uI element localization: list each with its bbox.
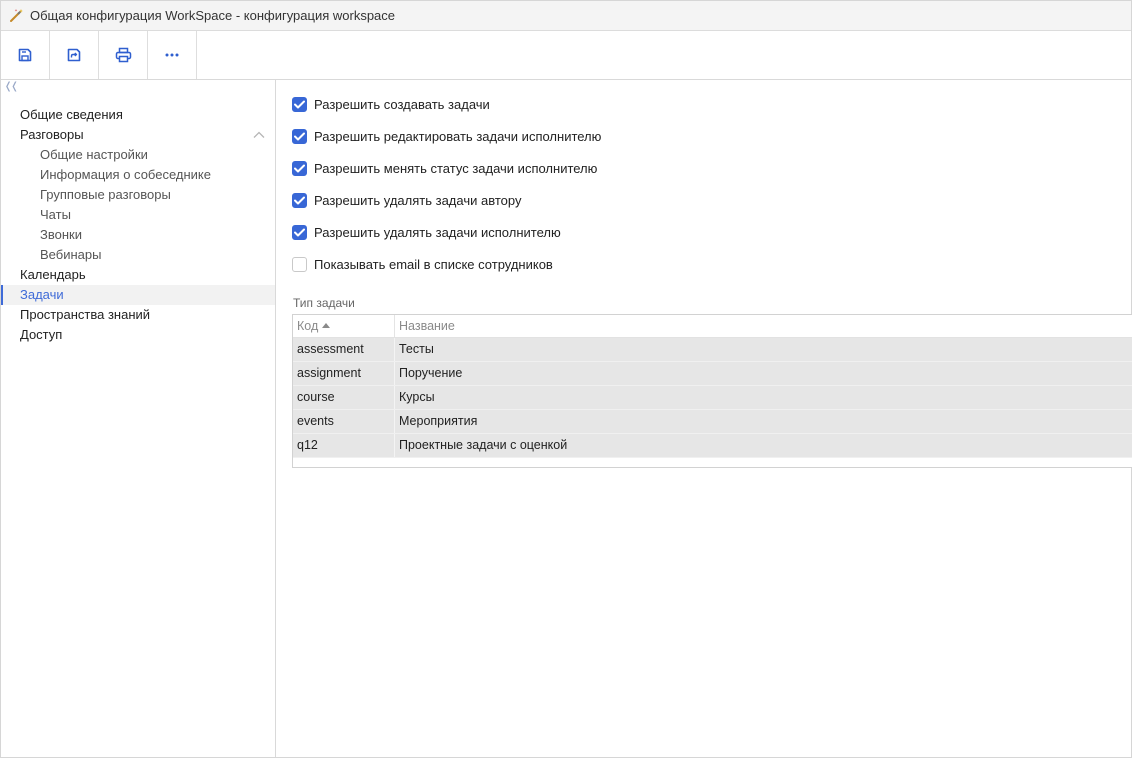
checkbox-label: Разрешить удалять задачи автору: [314, 192, 522, 208]
cell-name: Тесты: [399, 342, 434, 356]
checkbox-checked-icon[interactable]: [292, 224, 307, 240]
sidebar-item-label: Доступ: [20, 327, 63, 342]
checkbox-label: Разрешить менять статус задачи исполните…: [314, 160, 598, 176]
print-icon: [115, 47, 132, 63]
toolbar: [1, 31, 1131, 80]
checkbox-label: Разрешить удалять задачи исполнителю: [314, 224, 561, 240]
task-type-label: Тип задачи: [293, 296, 355, 310]
double-chevron-left-icon[interactable]: ❬❬: [4, 82, 19, 92]
sidebar-item-interlocutor-info[interactable]: Информация о собеседнике: [1, 165, 275, 185]
print-button[interactable]: [99, 31, 148, 79]
table-header: Код Название: [293, 315, 1132, 338]
sidebar-item-label: Чаты: [40, 207, 71, 222]
allow-delete-tasks-assignee-checkbox[interactable]: Разрешить удалять задачи исполнителю: [292, 223, 561, 241]
cell-code: assessment: [293, 338, 395, 361]
more-button[interactable]: [148, 31, 197, 79]
sidebar-item-webinars[interactable]: Вебинары: [1, 245, 275, 265]
table-row[interactable]: course Курсы: [293, 386, 1132, 410]
chevron-up-icon[interactable]: [253, 125, 265, 145]
allow-create-tasks-checkbox[interactable]: Разрешить создавать задачи: [292, 95, 490, 113]
config-window: Общая конфигурация WorkSpace - конфигура…: [0, 0, 1132, 758]
sidebar-item-group-conversations[interactable]: Групповые разговоры: [1, 185, 275, 205]
task-type-table: Код Название assessment Тесты assignment…: [292, 314, 1132, 468]
allow-edit-tasks-assignee-checkbox[interactable]: Разрешить редактировать задачи исполните…: [292, 127, 601, 145]
checkbox-label: Разрешить редактировать задачи исполните…: [314, 128, 602, 144]
sidebar-item-label: Общие сведения: [20, 107, 123, 122]
cell-code: assignment: [293, 362, 395, 385]
cell-name: Поручение: [399, 366, 463, 380]
checkbox-label: Показывать email в списке сотрудников: [314, 256, 553, 272]
settings-panel: Разрешить создавать задачи Разрешить ред…: [276, 80, 1132, 757]
column-header-name[interactable]: Название: [395, 315, 1132, 337]
column-header-code[interactable]: Код: [293, 315, 395, 337]
window-title: Общая конфигурация WorkSpace - конфигура…: [30, 8, 396, 23]
sidebar-item-tasks[interactable]: Задачи: [1, 285, 275, 305]
cell-name: Курсы: [399, 390, 435, 404]
table-row[interactable]: assignment Поручение: [293, 362, 1132, 386]
sidebar-item-general[interactable]: Общие сведения: [1, 105, 275, 125]
cell-code: events: [293, 410, 395, 433]
cell-code: q12: [293, 434, 395, 457]
sidebar-item-general-settings[interactable]: Общие настройки: [1, 145, 275, 165]
sidebar-item-label: Разговоры: [20, 127, 84, 142]
save-and-close-button[interactable]: [50, 31, 99, 79]
save-button[interactable]: [1, 31, 50, 79]
sidebar-item-label: Вебинары: [40, 247, 102, 262]
sidebar-item-label: Календарь: [20, 267, 86, 282]
checkbox-label: Разрешить создавать задачи: [314, 96, 490, 112]
sidebar-item-chats[interactable]: Чаты: [1, 205, 275, 225]
show-email-employees-checkbox[interactable]: Показывать email в списке сотрудников: [292, 255, 553, 273]
cell-name: Мероприятия: [399, 414, 478, 428]
save-and-close-icon: [66, 47, 82, 63]
more-icon: [164, 47, 180, 63]
sidebar-item-calls[interactable]: Звонки: [1, 225, 275, 245]
checkbox-checked-icon[interactable]: [292, 96, 307, 112]
table-row[interactable]: q12 Проектные задачи с оценкой: [293, 434, 1132, 458]
allow-change-status-assignee-checkbox[interactable]: Разрешить менять статус задачи исполните…: [292, 159, 597, 177]
sidebar-nav: Общие сведения Разговоры Общие настройки…: [1, 105, 275, 345]
sidebar-item-knowledge-spaces[interactable]: Пространства знаний: [1, 305, 275, 325]
sidebar-item-label: Групповые разговоры: [40, 187, 171, 202]
checkbox-checked-icon[interactable]: [292, 128, 307, 144]
checkbox-checked-icon[interactable]: [292, 192, 307, 208]
sidebar-item-label: Пространства знаний: [20, 307, 151, 322]
checkbox-checked-icon[interactable]: [292, 160, 307, 176]
sidebar-item-conversations[interactable]: Разговоры: [1, 125, 275, 145]
sidebar-item-label: Информация о собеседнике: [40, 167, 211, 182]
sidebar-item-label: Задачи: [20, 287, 64, 302]
title-bar: Общая конфигурация WorkSpace - конфигура…: [1, 1, 1131, 31]
cell-name: Проектные задачи с оценкой: [399, 438, 568, 452]
magic-wand-icon: [8, 8, 24, 24]
sidebar-item-access[interactable]: Доступ: [1, 325, 275, 345]
save-icon: [17, 47, 33, 63]
sort-ascending-icon: [322, 323, 331, 328]
checkbox-unchecked[interactable]: [292, 256, 307, 272]
sidebar-item-calendar[interactable]: Календарь: [1, 265, 275, 285]
allow-delete-tasks-author-checkbox[interactable]: Разрешить удалять задачи автору: [292, 191, 521, 209]
sidebar-item-label: Звонки: [40, 227, 82, 242]
cell-code: course: [293, 386, 395, 409]
table-row[interactable]: events Мероприятия: [293, 410, 1132, 434]
sidebar: ❬❬ Общие сведения Разговоры Общие настро…: [1, 80, 276, 757]
sidebar-item-label: Общие настройки: [40, 147, 148, 162]
table-row[interactable]: assessment Тесты: [293, 338, 1132, 362]
